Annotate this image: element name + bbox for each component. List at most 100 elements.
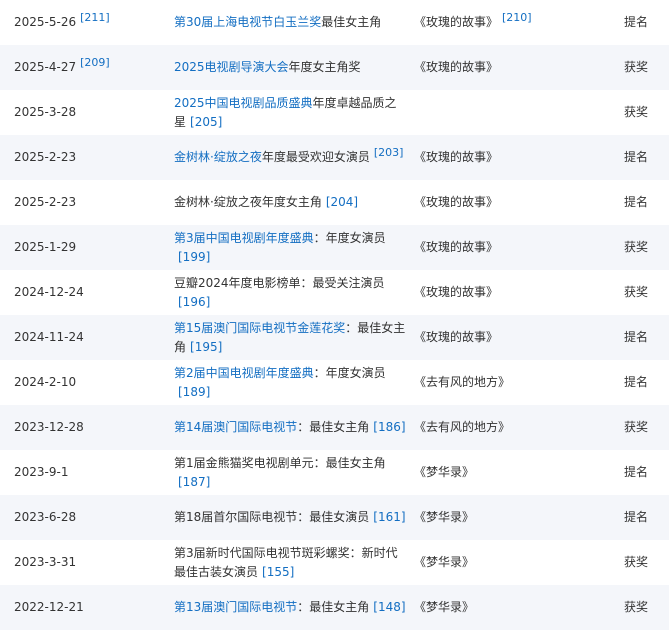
table-row: 2025-2-23 金树林·绽放之夜年度女主角 [204] 《玫瑰的故事》 提名	[0, 180, 669, 225]
citation-link[interactable]: [210]	[502, 11, 532, 24]
award-date: 2024-2-10	[14, 375, 77, 389]
event-link[interactable]: 第30届上海电视节白玉兰奖	[174, 15, 321, 29]
award-category: ：最佳女主角	[297, 600, 370, 614]
work-title: 《玫瑰的故事》	[414, 330, 499, 344]
award-date: 2023-12-28	[14, 420, 84, 434]
citation-link[interactable]: [205]	[190, 115, 222, 129]
result-cell: 获奖	[610, 45, 669, 90]
result-cell: 提名	[610, 180, 669, 225]
work-cell: 《梦华录》	[410, 585, 610, 630]
result-cell: 获奖	[610, 585, 669, 630]
citation-link[interactable]: [204]	[326, 195, 358, 209]
citation-link[interactable]: [196]	[178, 295, 210, 309]
award-date: 2023-6-28	[14, 510, 77, 524]
award-result: 获奖	[624, 60, 649, 74]
date-cell: 2025-1-29	[0, 225, 174, 270]
table-row: 2023-9-1 第1届金熊猫奖电视剧单元：最佳女主角 [187] 《梦华录》 提名	[0, 450, 669, 495]
date-cell: 2023-6-28	[0, 495, 174, 540]
work-title: 《玫瑰的故事》	[414, 240, 499, 254]
work-title: 《去有风的地方》	[414, 375, 511, 389]
citation-link[interactable]: [211]	[80, 11, 110, 24]
award-category: 豆瓣2024年度电影榜单：最受关注演员	[174, 275, 385, 290]
event-link[interactable]: 第13届澳门国际电视节	[174, 600, 297, 614]
award-date: 2025-3-28	[14, 105, 77, 119]
result-cell: 获奖	[610, 405, 669, 450]
event-link[interactable]: 第2届中国电视剧年度盛典	[174, 366, 314, 380]
event-cell: 豆瓣2024年度电影榜单：最受关注演员 [196]	[174, 270, 410, 315]
work-title: 《玫瑰的故事》	[414, 150, 499, 164]
award-date: 2025-5-26	[14, 15, 77, 29]
citation-link[interactable]: [148]	[373, 600, 405, 614]
citation-link[interactable]: [195]	[190, 340, 222, 354]
work-cell: 《梦华录》	[410, 450, 610, 495]
citation-link[interactable]: [209]	[80, 56, 110, 69]
award-date: 2022-12-21	[14, 600, 84, 614]
awards-table-body: 2025-5-26 [211] 第30届上海电视节白玉兰奖最佳女主角《玫瑰的故事》 […	[0, 0, 669, 630]
award-date: 2023-3-31	[14, 555, 77, 569]
award-result: 提名	[624, 195, 649, 209]
work-cell: 《玫瑰的故事》	[410, 315, 610, 360]
citation-link[interactable]: [199]	[178, 250, 210, 264]
work-title: 《梦华录》	[414, 600, 475, 614]
work-cell: 《梦华录》	[410, 495, 610, 540]
citation-link[interactable]: [186]	[373, 420, 405, 434]
event-cell: 第18届首尔国际电视节：最佳女演员 [161]	[174, 495, 410, 540]
work-cell: 《玫瑰的故事》	[410, 225, 610, 270]
event-link[interactable]: 2025电视剧导演大会	[174, 60, 289, 74]
award-result: 获奖	[624, 600, 649, 614]
table-row: 2025-3-28 2025中国电视剧品质盛典年度卓越品质之星 [205] 获奖	[0, 90, 669, 135]
award-date: 2025-2-23	[14, 195, 77, 209]
work-title: 《玫瑰的故事》	[414, 60, 499, 74]
citation-link[interactable]: [203]	[374, 146, 404, 159]
work-title: 《玫瑰的故事》	[414, 195, 499, 209]
table-row: 2025-4-27 [209] 2025电视剧导演大会年度女主角奖 《玫瑰的故事》 获奖	[0, 45, 669, 90]
award-category: 年度女主角奖	[288, 60, 361, 74]
award-result: 获奖	[624, 420, 649, 434]
award-category: 第1届金熊猫奖电视剧单元：最佳女主角	[174, 455, 386, 470]
event-cell: 金树林·绽放之夜年度最受欢迎女演员 [203]	[174, 135, 410, 180]
work-cell	[410, 90, 610, 135]
table-row: 2024-12-24 豆瓣2024年度电影榜单：最受关注演员 [196] 《玫瑰的故事…	[0, 270, 669, 315]
citation-link[interactable]: [187]	[178, 475, 210, 489]
date-cell: 2023-9-1	[0, 450, 174, 495]
award-date: 2024-11-24	[14, 330, 84, 344]
table-row: 2023-6-28 第18届首尔国际电视节：最佳女演员 [161] 《梦华录》 提名	[0, 495, 669, 540]
date-cell: 2024-12-24	[0, 270, 174, 315]
table-row: 2025-1-29 第3届中国电视剧年度盛典：年度女演员 [199] 《玫瑰的故事》 获…	[0, 225, 669, 270]
table-row: 2022-12-21 第13届澳门国际电视节：最佳女主角 [148] 《梦华录》 获奖	[0, 585, 669, 630]
event-link[interactable]: 第15届澳门国际电视节金莲花奖	[174, 321, 345, 335]
result-cell: 提名	[610, 360, 669, 405]
table-row: 2023-3-31 第3届新时代国际电视节斑彩螺奖：新时代最佳古装女演员 [155]…	[0, 540, 669, 585]
award-result: 提名	[624, 510, 649, 524]
table-row: 2025-2-23 金树林·绽放之夜年度最受欢迎女演员 [203] 《玫瑰的故事》 提名	[0, 135, 669, 180]
award-category: 金树林·绽放之夜年度女主角	[174, 195, 322, 209]
event-link[interactable]: 金树林·绽放之夜	[174, 150, 262, 164]
result-cell: 提名	[610, 495, 669, 540]
work-title: 《梦华录》	[414, 555, 475, 569]
event-link[interactable]: 第3届中国电视剧年度盛典	[174, 231, 314, 245]
event-cell: 第14届澳门国际电视节：最佳女主角 [186]	[174, 405, 410, 450]
result-cell: 提名	[610, 315, 669, 360]
date-cell: 2025-3-28	[0, 90, 174, 135]
award-result: 提名	[624, 330, 649, 344]
work-title: 《梦华录》	[414, 510, 475, 524]
result-cell: 获奖	[610, 225, 669, 270]
award-result: 提名	[624, 15, 649, 29]
work-title: 《玫瑰的故事》	[414, 285, 499, 299]
award-category: 第18届首尔国际电视节：最佳女演员	[174, 510, 370, 524]
event-cell: 2025电视剧导演大会年度女主角奖	[174, 45, 410, 90]
work-title: 《梦华录》	[414, 465, 475, 479]
work-cell: 《去有风的地方》	[410, 360, 610, 405]
award-result: 获奖	[624, 240, 649, 254]
citation-link[interactable]: [161]	[373, 510, 405, 524]
citation-link[interactable]: [155]	[262, 565, 294, 579]
result-cell: 提名	[610, 450, 669, 495]
event-link[interactable]: 第14届澳门国际电视节	[174, 420, 297, 434]
result-cell: 获奖	[610, 270, 669, 315]
award-result: 提名	[624, 465, 649, 479]
event-link[interactable]: 2025中国电视剧品质盛典	[174, 96, 313, 110]
event-cell: 第30届上海电视节白玉兰奖最佳女主角	[174, 0, 410, 45]
date-cell: 2025-4-27 [209]	[0, 45, 174, 90]
citation-link[interactable]: [189]	[178, 385, 210, 399]
result-cell: 获奖	[610, 90, 669, 135]
